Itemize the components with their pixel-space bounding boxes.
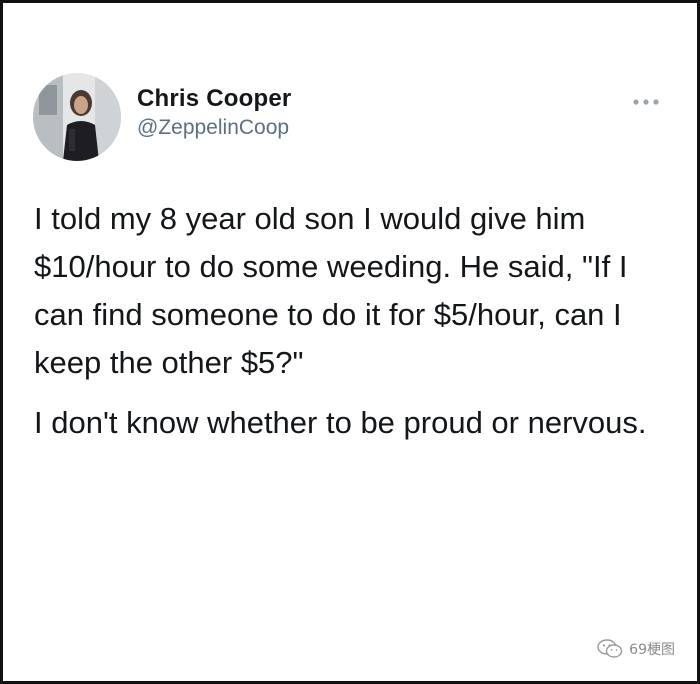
tweet-header: Chris Cooper @ZeppelinCoop (33, 73, 667, 163)
more-options-icon[interactable] (631, 95, 661, 109)
tweet-screenshot-frame: Chris Cooper @ZeppelinCoop I told my 8 y… (0, 0, 700, 684)
wechat-logo-icon (597, 639, 623, 658)
author-handle[interactable]: @ZeppelinCoop (137, 115, 291, 141)
author-name-block: Chris Cooper @ZeppelinCoop (137, 85, 291, 141)
tweet-text: I told my 8 year old son I would give hi… (34, 195, 684, 447)
author-avatar[interactable] (33, 73, 121, 161)
profile-photo-icon (33, 73, 121, 161)
tweet-paragraph: I don't know whether to be proud or nerv… (34, 405, 647, 440)
author-display-name[interactable]: Chris Cooper (137, 85, 291, 113)
watermark: 69梗图 (597, 637, 675, 661)
watermark-text: 69梗图 (629, 642, 675, 658)
tweet-paragraph: I told my 8 year old son I would give hi… (34, 201, 628, 380)
